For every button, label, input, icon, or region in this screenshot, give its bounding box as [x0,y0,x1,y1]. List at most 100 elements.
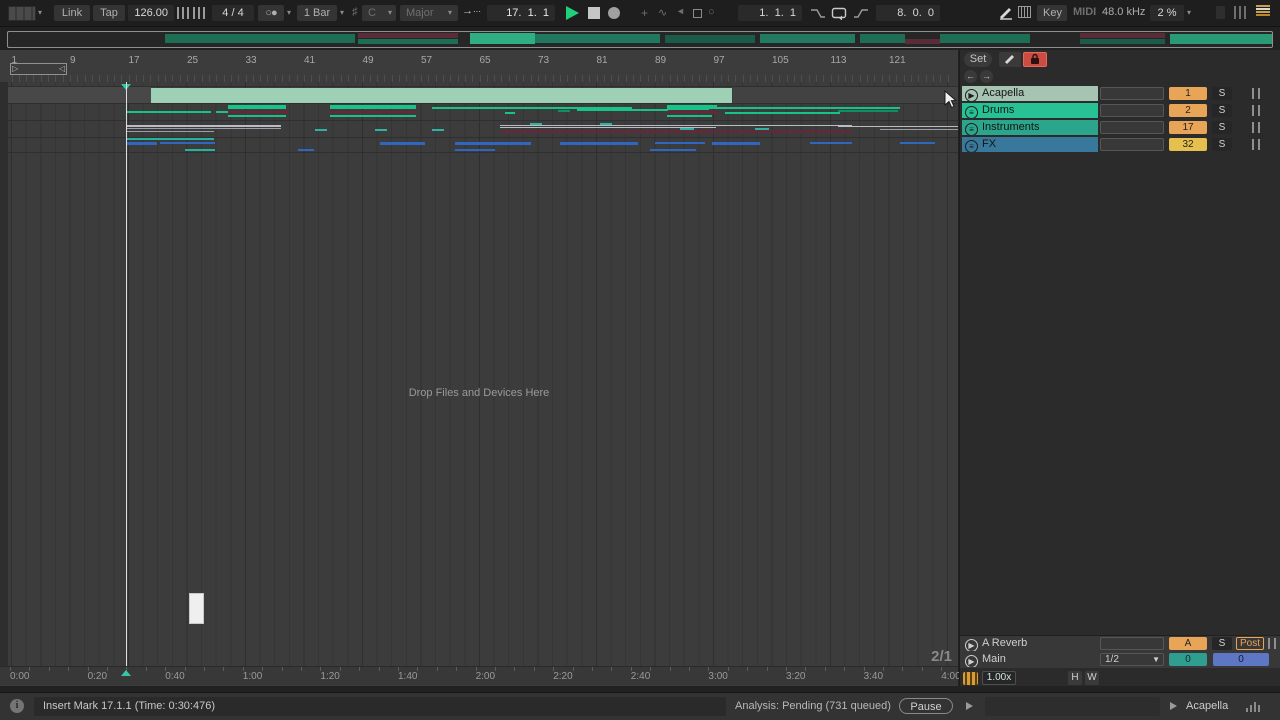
clip-segment[interactable] [127,125,281,127]
clip-segment[interactable] [810,142,852,144]
clip-segment[interactable] [127,131,214,132]
clip-segment[interactable] [900,142,935,144]
clip-segment[interactable] [650,149,696,151]
clip-segment[interactable] [298,149,314,151]
lock-envelopes-button[interactable] [1023,52,1047,67]
clip-segment[interactable] [330,115,416,117]
arrangement-position-display[interactable]: 17. 1. 1 [487,5,555,21]
clip-segment[interactable] [315,129,327,131]
clip-segment[interactable] [680,128,694,130]
play-track-icon[interactable] [1170,702,1177,710]
punch-out-icon[interactable] [853,9,869,18]
clip-segment[interactable] [455,142,531,145]
track-input-channel[interactable]: 17 [1169,121,1207,134]
clip-segment[interactable] [505,112,515,114]
arrangement-overview[interactable] [7,31,1273,48]
beat-time-ruler[interactable]: ▷ ◁ 1 9 17 25 33 41 49 57 65 73 81 89 97 105 113 121 [0,52,958,82]
clip-segment[interactable] [375,129,387,131]
link-button[interactable]: Link [54,5,90,21]
expand-icon[interactable] [966,702,973,710]
nudge-up-icon[interactable] [193,7,205,19]
solo-button[interactable]: S [1212,637,1232,650]
track-name-fx[interactable]: ≡ FX [962,137,1098,152]
solo-button[interactable]: S [1212,87,1232,100]
pencil-button[interactable] [999,52,1021,67]
clip-segment[interactable] [655,142,705,144]
chevron-down-icon[interactable]: ▾ [1187,8,1191,17]
group-icon[interactable]: ≡ [965,140,978,152]
loop-switch-icon[interactable] [831,7,848,20]
return-track-name[interactable]: ▶ A Reverb [962,636,1098,651]
playback-speed-box[interactable]: 1.00x [982,671,1016,685]
pause-analysis-button[interactable]: Pause [899,698,953,714]
automation-arm-icon[interactable]: ∿ [658,6,667,19]
chevron-down-icon[interactable]: ▾ [38,8,42,17]
playhead-line[interactable] [126,82,127,666]
key-map-button[interactable]: Key [1037,5,1067,21]
session-record-icon[interactable]: ○ [708,6,715,18]
clip-segment[interactable] [127,142,157,145]
midi-indicator-label[interactable]: MIDI [1073,6,1096,18]
clip-segment[interactable] [733,87,958,103]
track-input-box[interactable] [1100,121,1164,134]
track-input-box[interactable] [1100,138,1164,151]
clip-segment[interactable] [228,115,286,117]
time-signature-display[interactable]: 4 / 4 [212,5,254,21]
track-name-drums[interactable]: ≡ Drums [962,103,1098,118]
clip-segment[interactable] [228,110,288,114]
computer-midi-keyboard-icon[interactable] [1018,6,1031,18]
clip-segment[interactable] [712,142,760,145]
track-header-row[interactable]: ≡ Drums 2 S [960,103,1280,119]
stop-button[interactable] [588,7,600,19]
group-icon[interactable]: ≡ [965,123,978,135]
zoom-height-button[interactable]: H [1068,671,1082,685]
clip-lane-acapella[interactable] [0,87,958,104]
clip-segment[interactable] [668,110,718,114]
clip-segment[interactable] [330,110,416,114]
play-icon[interactable]: ▶ [965,639,978,651]
status-track-name[interactable]: Acapella [1186,700,1228,712]
track-input-box[interactable] [1100,104,1164,117]
metronome-button[interactable]: ○● [258,5,284,21]
track-header-row[interactable]: ≡ Instruments 17 S [960,120,1280,136]
audio-speed-icon[interactable] [963,672,978,685]
capture-midi-icon[interactable] [693,9,702,18]
loop-end-handle[interactable]: ◁ [59,64,65,73]
clip-segment[interactable] [725,112,840,114]
follow-icon[interactable]: →⋯ [462,5,481,17]
loop-brace[interactable]: ▷ ◁ [10,63,67,75]
track-input-channel[interactable]: 32 [1169,138,1207,151]
track-input-channel[interactable]: 1 [1169,87,1207,100]
draw-mode-pencil-icon[interactable] [998,5,1014,20]
clip-segment[interactable] [500,125,716,126]
clip-segment[interactable] [600,123,612,125]
clip-lane-drums[interactable] [0,104,958,121]
main-output-menu[interactable]: 1/2 ▼ [1100,653,1164,666]
clip-segment[interactable] [455,149,495,151]
clip-lane-fx[interactable] [0,138,958,153]
group-icon[interactable]: ≡ [965,106,978,118]
chevron-down-icon[interactable]: ▾ [340,8,344,17]
play-icon[interactable]: ▶ [965,89,978,101]
clip-lane-instruments[interactable] [0,121,958,138]
clip-segment[interactable] [838,110,898,112]
play-button[interactable] [566,6,579,20]
clip-segment[interactable] [330,105,416,109]
post-button[interactable]: Post [1236,637,1264,650]
track-name-acapella[interactable]: ▶ Acapella [962,86,1098,101]
clip-segment[interactable] [530,123,542,125]
tempo-display[interactable]: 126.00 [128,5,174,21]
loop-start-display[interactable]: 1. 1. 1 [738,5,802,21]
clip-segment[interactable] [838,126,958,127]
clip-segment[interactable] [755,128,769,130]
selected-empty-clip[interactable] [189,593,204,624]
clip-segment[interactable] [838,107,900,109]
track-header-row[interactable]: ▶ Acapella 1 S [960,86,1280,102]
main-out-button[interactable]: 0 [1213,653,1269,666]
play-icon[interactable]: ▶ [965,655,978,667]
zoom-width-button[interactable]: W [1085,671,1099,685]
main-track-row[interactable]: ▶ Main 1/2 ▼ 0 0 [960,652,1280,668]
chevron-down-icon[interactable]: ▾ [388,8,392,17]
cpu-load-display[interactable]: 2 % [1150,5,1184,21]
punch-in-icon[interactable] [810,9,826,18]
